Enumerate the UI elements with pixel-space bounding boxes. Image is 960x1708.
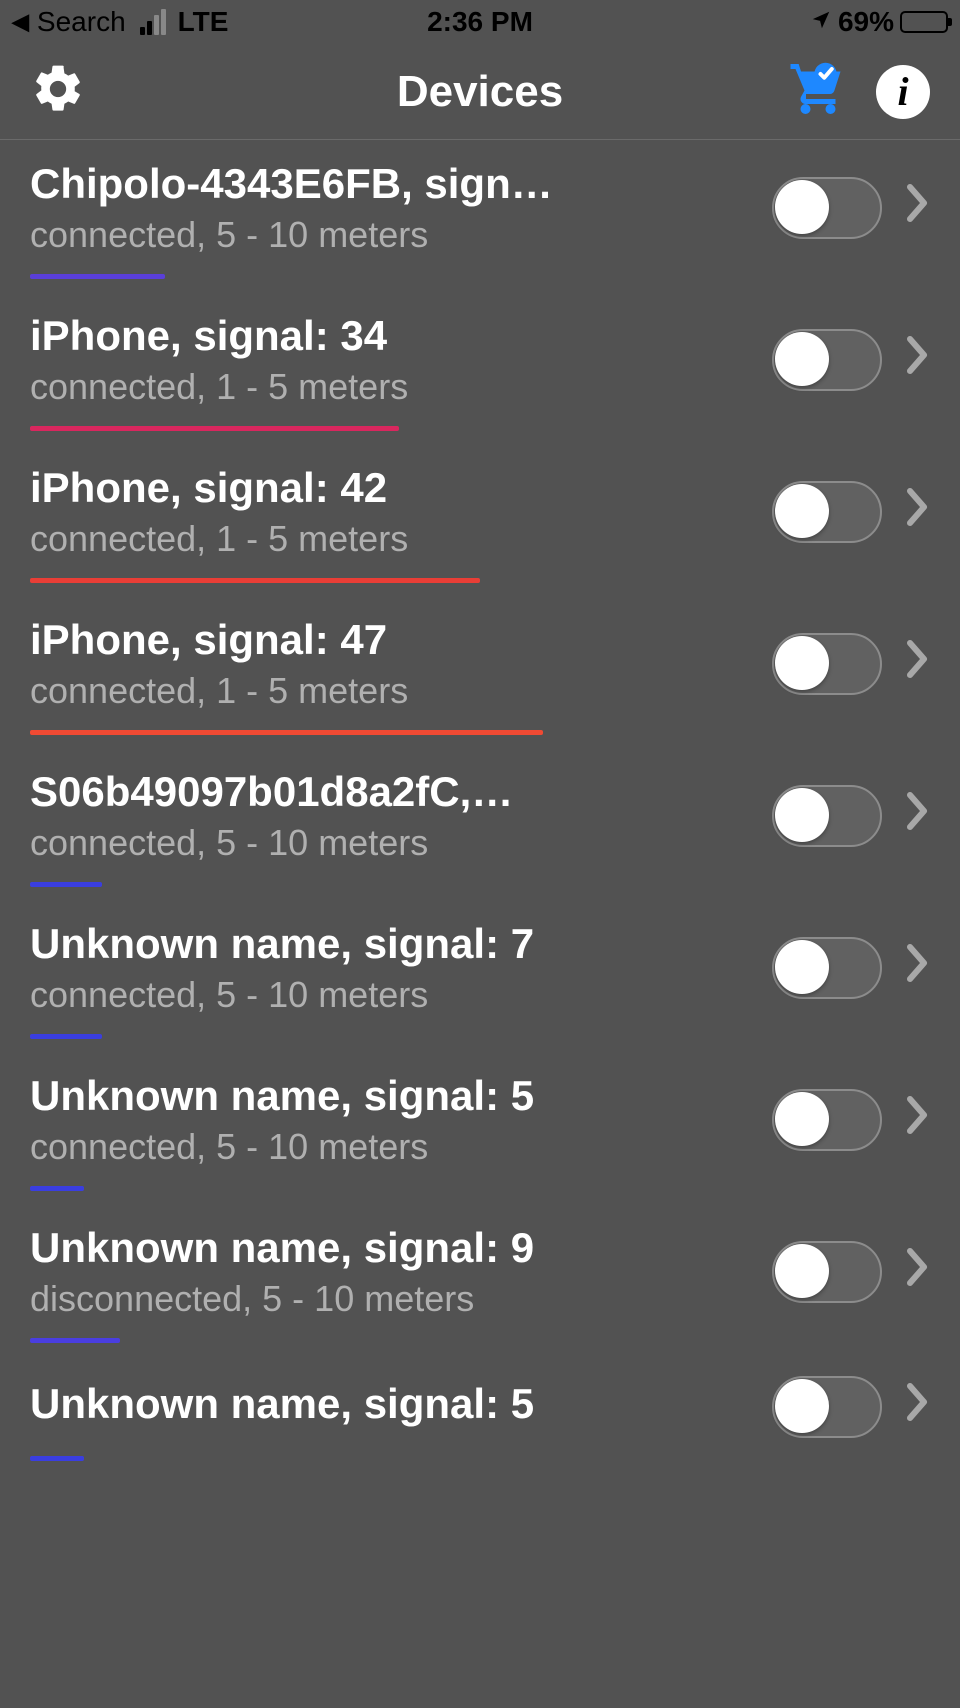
- info-icon[interactable]: i: [876, 65, 930, 119]
- signal-strength-bar: [30, 1186, 84, 1191]
- device-subtitle: connected, 1 - 5 meters: [30, 366, 752, 408]
- cart-icon[interactable]: [788, 59, 848, 124]
- device-toggle[interactable]: [772, 633, 882, 695]
- device-title: Unknown name, signal: 5: [30, 1380, 590, 1428]
- network-type: LTE: [178, 6, 229, 38]
- device-subtitle: connected, 5 - 10 meters: [30, 1126, 752, 1168]
- device-row[interactable]: iPhone, signal: 34 connected, 1 - 5 mete…: [0, 292, 960, 444]
- battery-percent: 69%: [838, 6, 894, 38]
- chevron-right-icon[interactable]: [906, 335, 930, 385]
- device-subtitle: connected, 5 - 10 meters: [30, 974, 752, 1016]
- chevron-right-icon[interactable]: [906, 1382, 930, 1432]
- device-toggle[interactable]: [772, 329, 882, 391]
- chevron-right-icon[interactable]: [906, 487, 930, 537]
- nav-bar: Devices i: [0, 44, 960, 140]
- gear-icon[interactable]: [30, 61, 86, 122]
- status-bar: ◀ Search LTE 2:36 PM 69%: [0, 0, 960, 44]
- device-title: iPhone, signal: 34: [30, 312, 590, 360]
- chevron-right-icon[interactable]: [906, 183, 930, 233]
- device-title: iPhone, signal: 42: [30, 464, 590, 512]
- device-toggle[interactable]: [772, 1089, 882, 1151]
- signal-strength-bar: [30, 578, 480, 583]
- chevron-right-icon[interactable]: [906, 639, 930, 689]
- device-row[interactable]: Unknown name, signal: 5 connected, 5 - 1…: [0, 1052, 960, 1204]
- device-toggle[interactable]: [772, 1241, 882, 1303]
- chevron-right-icon[interactable]: [906, 1095, 930, 1145]
- signal-strength-bar: [30, 1034, 102, 1039]
- page-title: Devices: [397, 67, 563, 117]
- device-title: Unknown name, signal: 5: [30, 1072, 590, 1120]
- device-row[interactable]: Unknown name, signal: 9 disconnected, 5 …: [0, 1204, 960, 1356]
- device-subtitle: connected, 5 - 10 meters: [30, 214, 752, 256]
- chevron-right-icon[interactable]: [906, 1247, 930, 1297]
- device-subtitle: connected, 1 - 5 meters: [30, 670, 752, 712]
- chevron-right-icon[interactable]: [906, 791, 930, 841]
- status-time: 2:36 PM: [427, 6, 533, 38]
- status-left: ◀ Search LTE: [12, 6, 228, 38]
- device-row[interactable]: iPhone, signal: 42 connected, 1 - 5 mete…: [0, 444, 960, 596]
- device-toggle[interactable]: [772, 1376, 882, 1438]
- device-toggle[interactable]: [772, 937, 882, 999]
- status-right: 69%: [810, 6, 948, 38]
- device-row[interactable]: Chipolo-4343E6FB, sign… connected, 5 - 1…: [0, 140, 960, 292]
- signal-strength-bar: [30, 1338, 120, 1343]
- signal-strength-bar: [30, 882, 102, 887]
- device-title: Unknown name, signal: 9: [30, 1224, 590, 1272]
- device-list: Chipolo-4343E6FB, sign… connected, 5 - 1…: [0, 140, 960, 1508]
- device-title: S06b49097b01d8a2fC,…: [30, 768, 590, 816]
- device-toggle[interactable]: [772, 785, 882, 847]
- chevron-right-icon[interactable]: [906, 943, 930, 993]
- cellular-signal-icon: [140, 9, 166, 35]
- device-title: Unknown name, signal: 7: [30, 920, 590, 968]
- device-title: Chipolo-4343E6FB, sign…: [30, 160, 590, 208]
- device-row[interactable]: Unknown name, signal: 5: [0, 1356, 960, 1508]
- signal-strength-bar: [30, 730, 543, 735]
- back-icon[interactable]: ◀: [12, 9, 29, 35]
- device-subtitle: disconnected, 5 - 10 meters: [30, 1278, 752, 1320]
- battery-icon: [900, 11, 948, 33]
- back-label[interactable]: Search: [37, 6, 126, 38]
- signal-strength-bar: [30, 426, 399, 431]
- device-row[interactable]: Unknown name, signal: 7 connected, 5 - 1…: [0, 900, 960, 1052]
- device-subtitle: connected, 1 - 5 meters: [30, 518, 752, 560]
- signal-strength-bar: [30, 274, 165, 279]
- device-title: iPhone, signal: 47: [30, 616, 590, 664]
- signal-strength-bar: [30, 1456, 84, 1461]
- device-row[interactable]: S06b49097b01d8a2fC,… connected, 5 - 10 m…: [0, 748, 960, 900]
- location-icon: [810, 6, 832, 38]
- device-row[interactable]: iPhone, signal: 47 connected, 1 - 5 mete…: [0, 596, 960, 748]
- device-subtitle: connected, 5 - 10 meters: [30, 822, 752, 864]
- device-toggle[interactable]: [772, 177, 882, 239]
- device-toggle[interactable]: [772, 481, 882, 543]
